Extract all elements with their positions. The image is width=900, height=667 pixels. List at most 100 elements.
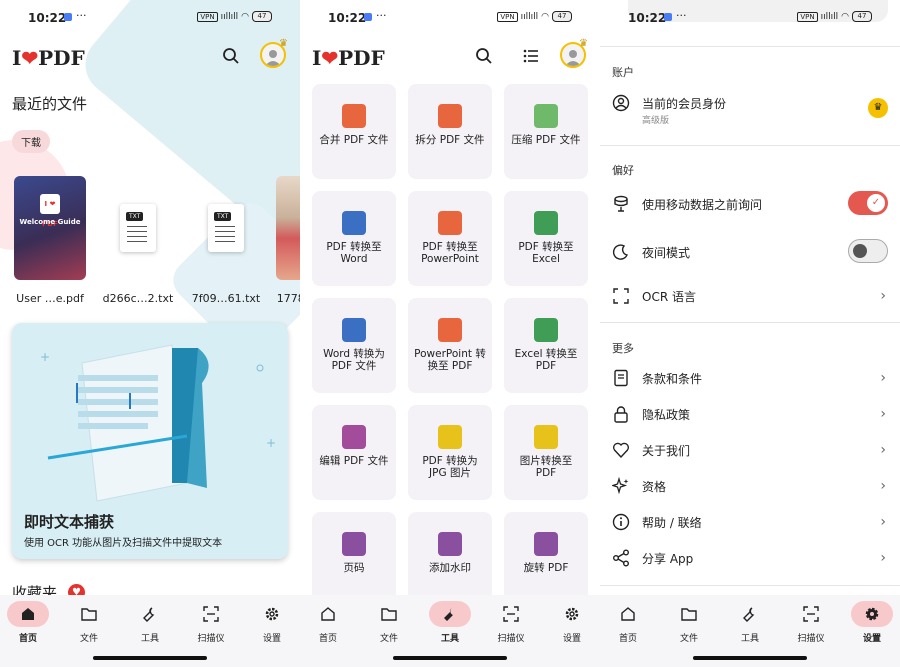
chevron-right-icon: › bbox=[880, 406, 886, 422]
status-indicators: VPN ııllıll ◠ 47 bbox=[797, 11, 872, 22]
txt-file-icon: TXT bbox=[120, 204, 156, 252]
nav-tools[interactable]: 工具 bbox=[125, 601, 175, 644]
tool-label: 编辑 PDF 文件 bbox=[319, 455, 389, 467]
ocr-promo-card[interactable]: + + 即时文本捕获 使用 OCR 功能从图片及扫描文件中提取文本 bbox=[12, 323, 288, 559]
logo-text: PDF bbox=[38, 46, 85, 70]
tool-card[interactable]: PDF 转换至 Excel bbox=[504, 191, 588, 286]
tool-card[interactable]: 合并 PDF 文件 bbox=[312, 84, 396, 179]
ppt-to-pdf-icon bbox=[438, 318, 462, 342]
home-icon bbox=[607, 601, 649, 627]
tool-card[interactable]: 页码 bbox=[312, 512, 396, 607]
privacy-row[interactable]: 隐私政策 › bbox=[612, 403, 888, 427]
tool-card[interactable]: 拆分 PDF 文件 bbox=[408, 84, 492, 179]
heart-outline-icon bbox=[612, 441, 630, 459]
nav-label: 设置 bbox=[562, 634, 581, 644]
lock-icon bbox=[612, 405, 630, 423]
settings-screen: 10:22 ··· VPN ııllıll ◠ 47 账户 当前的会员身份 高级… bbox=[600, 0, 900, 667]
night-mode-label: 夜间模式 bbox=[642, 246, 691, 260]
file-item[interactable]: TXT d266c…2.txt bbox=[100, 176, 176, 305]
mobile-data-row[interactable]: 使用移动数据之前询问 ✓ bbox=[612, 191, 888, 217]
nav-settings[interactable]: 设置 bbox=[547, 601, 597, 644]
tool-label: 添加水印 bbox=[429, 562, 471, 574]
nav-home[interactable]: 首页 bbox=[603, 601, 653, 644]
tool-label: Word 转换为 PDF 文件 bbox=[323, 348, 385, 372]
tool-card[interactable]: PDF 转换为 JPG 图片 bbox=[408, 405, 492, 500]
check-icon: ✓ bbox=[867, 194, 885, 212]
photo-thumbnail bbox=[276, 176, 300, 280]
more-group-title: 更多 bbox=[612, 342, 634, 355]
tool-card[interactable]: PowerPoint 转换至 PDF bbox=[408, 298, 492, 393]
file-item[interactable]: I ❤ PDF Welcome Guide User …e.pdf bbox=[12, 176, 88, 305]
nav-files[interactable]: 文件 bbox=[64, 601, 114, 644]
credits-row[interactable]: 资格 › bbox=[612, 475, 888, 499]
nav-files[interactable]: 文件 bbox=[664, 601, 714, 644]
gear-icon bbox=[251, 601, 293, 627]
recent-files-title: 最近的文件 bbox=[12, 95, 88, 113]
promo-subtitle: 使用 OCR 功能从图片及扫描文件中提取文本 bbox=[24, 538, 223, 549]
document-icon bbox=[612, 369, 630, 387]
txt-file-icon: TXT bbox=[208, 204, 244, 252]
database-icon bbox=[612, 195, 630, 213]
nav-scanner[interactable]: 扫描仪 bbox=[786, 601, 836, 644]
home-screen: 10:22 ··· VPN ııllıll ◠ 47 I❤PDF ♛ 最近的文件… bbox=[0, 0, 300, 667]
nav-settings[interactable]: 设置 bbox=[847, 601, 897, 644]
membership-row[interactable]: 当前的会员身份 高级版 ♛ bbox=[612, 92, 888, 126]
tool-label: Excel 转换至 PDF bbox=[514, 348, 578, 372]
file-thumbnail: I ❤ PDF Welcome Guide bbox=[12, 176, 88, 280]
terms-row[interactable]: 条款和条件 › bbox=[612, 367, 888, 391]
ocr-language-row[interactable]: OCR 语言 › bbox=[612, 285, 888, 309]
nav-files[interactable]: 文件 bbox=[364, 601, 414, 644]
merge-pdf-icon bbox=[342, 104, 366, 128]
help-row[interactable]: 帮助 / 联络 › bbox=[612, 511, 888, 535]
sparkle-icon bbox=[612, 477, 630, 495]
tool-card[interactable]: 压缩 PDF 文件 bbox=[504, 84, 588, 179]
nav-home[interactable]: 首页 bbox=[303, 601, 353, 644]
status-indicators: VPN ııllıll ◠ 47 bbox=[497, 11, 572, 22]
nav-tools[interactable]: 工具 bbox=[725, 601, 775, 644]
svg-text:+: + bbox=[266, 436, 276, 450]
page-numbers-icon bbox=[342, 532, 366, 556]
mobile-data-toggle[interactable]: ✓ bbox=[848, 191, 888, 215]
nav-label: 文件 bbox=[679, 634, 698, 644]
crown-icon: ♛ bbox=[279, 38, 288, 49]
membership-value: 高级版 bbox=[642, 116, 670, 126]
home-indicator bbox=[393, 656, 507, 660]
file-item[interactable]: 17781. bbox=[276, 176, 300, 305]
search-icon[interactable] bbox=[472, 44, 496, 68]
file-item[interactable]: TXT 7f09…61.txt bbox=[188, 176, 264, 305]
tool-card[interactable]: 旋转 PDF bbox=[504, 512, 588, 607]
signal-icon: ııllıll bbox=[220, 11, 239, 22]
tools-grid: 合并 PDF 文件 拆分 PDF 文件 压缩 PDF 文件 PDF 转换至 Word P… bbox=[312, 84, 588, 607]
share-row[interactable]: 分享 App › bbox=[612, 547, 888, 571]
nav-tools[interactable]: 工具 bbox=[425, 601, 475, 644]
tool-card[interactable]: 图片转换至 PDF bbox=[504, 405, 588, 500]
app-logo: I❤PDF bbox=[12, 46, 85, 70]
tool-card[interactable]: PDF 转换至 Word bbox=[312, 191, 396, 286]
search-icon[interactable] bbox=[219, 44, 243, 68]
wifi-icon: ◠ bbox=[841, 11, 849, 22]
file-name: User …e.pdf bbox=[16, 292, 84, 305]
about-row[interactable]: 关于我们 › bbox=[612, 439, 888, 463]
tool-card[interactable]: 编辑 PDF 文件 bbox=[312, 405, 396, 500]
nav-home[interactable]: 首页 bbox=[3, 601, 53, 644]
battery-icon: 47 bbox=[252, 11, 272, 22]
tool-card[interactable]: 添加水印 bbox=[408, 512, 492, 607]
list-view-icon[interactable] bbox=[519, 44, 543, 68]
nav-settings[interactable]: 设置 bbox=[247, 601, 297, 644]
status-bar: 10:22 ··· VPN ııllıll ◠ 47 bbox=[300, 0, 600, 36]
pdf-to-word-icon bbox=[342, 211, 366, 235]
tool-card[interactable]: Word 转换为 PDF 文件 bbox=[312, 298, 396, 393]
thumbnail-title: Welcome Guide bbox=[19, 218, 81, 226]
home-icon bbox=[7, 601, 49, 627]
night-mode-toggle[interactable] bbox=[848, 239, 888, 263]
chevron-right-icon: › bbox=[880, 288, 886, 304]
tool-card[interactable]: PDF 转换至 PowerPoint bbox=[408, 191, 492, 286]
tool-card[interactable]: Excel 转换至 PDF bbox=[504, 298, 588, 393]
status-time: 10:22 bbox=[628, 11, 667, 25]
excel-to-pdf-icon bbox=[534, 318, 558, 342]
night-mode-row[interactable]: 夜间模式 bbox=[612, 239, 888, 265]
downloads-chip[interactable]: 下载 bbox=[12, 130, 50, 153]
nav-scanner[interactable]: 扫描仪 bbox=[486, 601, 536, 644]
info-icon bbox=[612, 513, 630, 531]
nav-scanner[interactable]: 扫描仪 bbox=[186, 601, 236, 644]
